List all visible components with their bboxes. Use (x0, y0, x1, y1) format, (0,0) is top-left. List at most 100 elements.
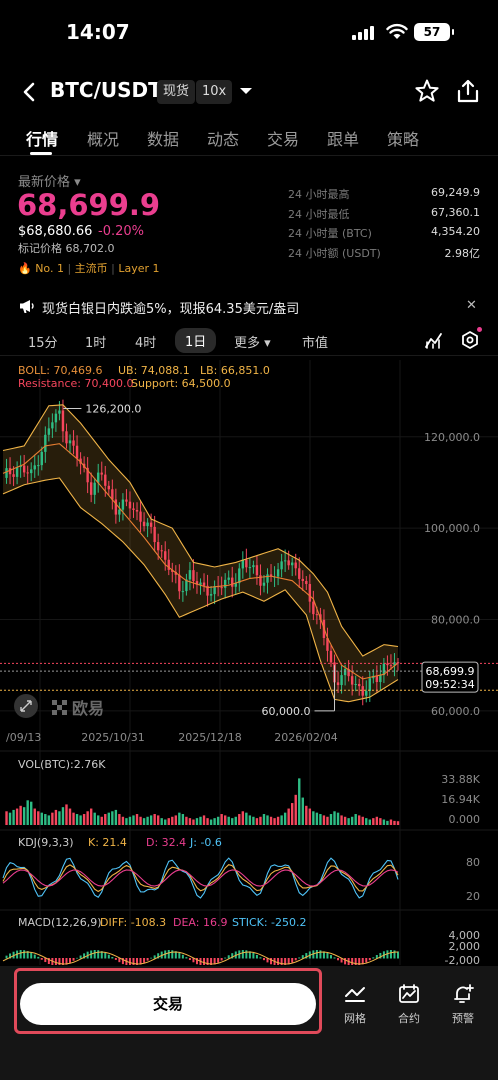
grid-trading-button[interactable]: 网格 (330, 984, 380, 1026)
volume-bar (206, 818, 209, 825)
candle-body (283, 560, 287, 562)
price-alert-label: 预警 (452, 1012, 474, 1025)
macd-histogram-bar (111, 957, 114, 959)
volume-bar (386, 820, 389, 825)
futures-button[interactable]: 合约 (384, 984, 434, 1026)
candle-body (26, 472, 29, 474)
battery-icon: 57 (414, 23, 454, 41)
macd-dea-value: DEA: 16.9 (173, 916, 227, 929)
stat-label: 24 小时最低 (288, 207, 350, 221)
volume-bar (174, 815, 178, 825)
dropdown-icon[interactable] (238, 84, 254, 98)
volume-bar (93, 812, 96, 825)
interval-1h[interactable]: 1时 (85, 332, 106, 351)
tab-overview[interactable]: 概况 (87, 126, 119, 150)
tab-market[interactable]: 行情 (26, 126, 58, 150)
candle-body (231, 577, 234, 587)
candle-body (149, 522, 153, 527)
candle-body (238, 568, 241, 584)
news-notice[interactable]: 现货白银日内跌逾5%，现报64.35美元/盎司 ✕ (0, 294, 498, 320)
volume-bar (347, 818, 350, 825)
last-price: 68,699.9 (17, 188, 161, 222)
volume-bar (340, 815, 343, 825)
price-chart[interactable]: BOLL: 70,469.6 UB: 74,088.1 LB: 66,851.0… (0, 360, 498, 965)
candle-body (128, 501, 132, 509)
macd-histogram-bar (72, 958, 75, 961)
price-alert-button[interactable]: 预警 (438, 984, 488, 1026)
volume-bar (273, 818, 276, 825)
macd-histogram-bar (33, 954, 36, 959)
interval-more[interactable]: 更多 ▾ (234, 332, 271, 351)
macd-histogram-bar (171, 950, 174, 959)
volume-bar (372, 818, 375, 825)
volume-bar (125, 818, 128, 825)
price-axis-tick: 60,000.0 (431, 705, 480, 718)
candle-body (47, 428, 51, 435)
high-price-annotation: 126,200.0 (85, 402, 141, 415)
market-cap-toggle[interactable]: 市值 (302, 332, 328, 351)
candle-body (290, 562, 294, 566)
volume-bar (118, 814, 121, 825)
price-axis-tick: 80,000.0 (431, 614, 480, 627)
close-icon[interactable]: ✕ (466, 298, 477, 313)
volume-bar (111, 811, 114, 825)
boll-lb-label: LB: 66,851.0 (200, 364, 270, 377)
indicator-icon[interactable] (424, 330, 444, 350)
candle-body (329, 650, 333, 663)
futures-contract-icon (399, 984, 419, 1003)
candle-body (343, 669, 347, 676)
macd-histogram-bar (389, 950, 392, 959)
candle-body (164, 551, 167, 560)
layer1-tag[interactable]: Layer 1 (118, 262, 159, 275)
candle-body (315, 614, 319, 616)
candle-body (188, 570, 192, 580)
interval-4h[interactable]: 4时 (135, 332, 156, 351)
macd-histogram-bar (245, 950, 248, 959)
tab-data[interactable]: 数据 (147, 126, 179, 150)
pair-title[interactable]: BTC/USDT (50, 78, 162, 102)
interval-1d[interactable]: 1日 (175, 328, 217, 353)
price-axis-tick: 100,000.0 (424, 522, 480, 535)
mainstream-tag[interactable]: 主流币 (75, 262, 108, 275)
trade-button[interactable]: 交易 (20, 983, 316, 1025)
stat-value: 67,360.1 (431, 205, 480, 219)
macd-histogram-bar (252, 952, 255, 959)
candle-body (104, 474, 107, 486)
favorite-star-icon[interactable] (414, 78, 440, 104)
candle-body (241, 559, 245, 569)
macd-histogram-bar (107, 954, 110, 959)
tab-copy-trading[interactable]: 跟单 (327, 126, 359, 150)
macd-histogram-bar (76, 957, 79, 959)
chart-settings-icon[interactable] (460, 330, 480, 350)
tab-news[interactable]: 动态 (207, 126, 239, 150)
candle-body (368, 678, 371, 692)
stat-row: 24 小时最低 67,360.1 (288, 206, 480, 226)
resistance-label: Resistance: 70,400.0 (18, 377, 133, 390)
volume-bar (195, 818, 199, 825)
interval-15m[interactable]: 15分 (28, 332, 58, 351)
volume-bar (26, 800, 29, 825)
notice-text: 现货白银日内跌逾5%，现报64.35美元/盎司 (42, 302, 300, 317)
macd-histogram-bar (40, 958, 43, 960)
volume-bar (361, 816, 364, 825)
candle-body (308, 584, 312, 602)
macd-histogram-bar (37, 956, 40, 959)
macd-histogram-bar (5, 955, 8, 959)
tab-strategy[interactable]: 策略 (387, 126, 419, 150)
share-icon[interactable] (456, 78, 480, 104)
macd-stick-value: STICK: -250.2 (232, 916, 307, 929)
volume-bar (308, 808, 312, 825)
tab-trade[interactable]: 交易 (267, 126, 299, 150)
macd-histogram-bar (365, 958, 368, 963)
rank-badge[interactable]: No. 1 (35, 262, 64, 275)
candle-body (139, 511, 142, 522)
volume-bar (139, 816, 142, 825)
macd-histogram-bar (319, 950, 322, 959)
macd-histogram-bar (329, 955, 332, 959)
candle-body (223, 579, 227, 588)
candle-body (54, 413, 58, 423)
candle-body (107, 485, 111, 490)
macd-axis-tick: -2,000 (445, 954, 480, 965)
back-icon[interactable] (18, 78, 42, 106)
candle-body (287, 560, 290, 566)
